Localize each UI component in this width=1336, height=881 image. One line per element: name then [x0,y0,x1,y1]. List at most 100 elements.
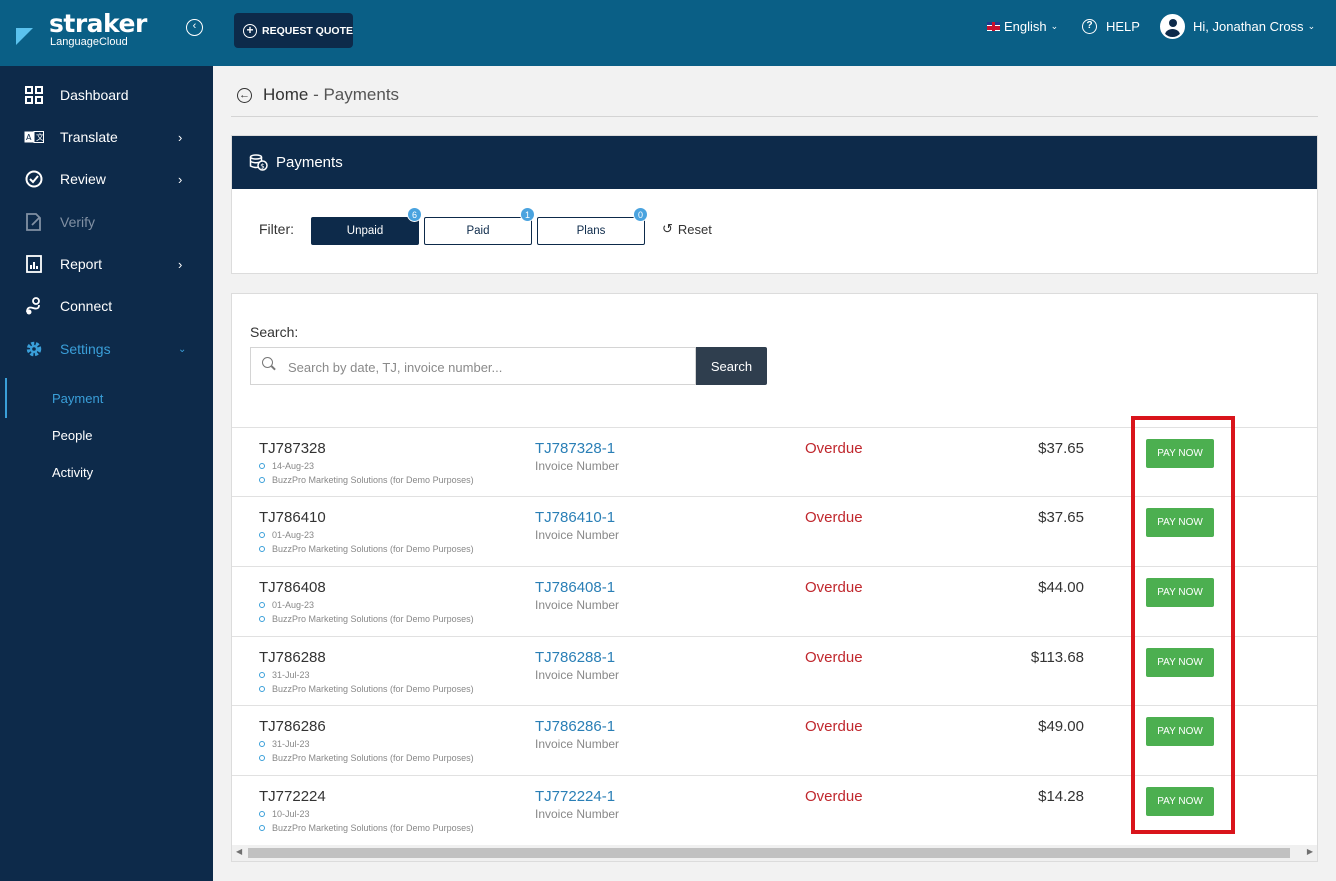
amount: $37.65 [1038,509,1084,526]
search-button[interactable]: Search [696,347,767,385]
search-icon [262,357,273,368]
payments-title: Payments [276,154,343,171]
invoice-link[interactable]: TJ786286-1 [535,718,615,735]
invoice-link[interactable]: TJ787328-1 [535,440,615,457]
filter-paid-button[interactable]: Paid 1 [424,207,535,245]
language-selector[interactable]: English ⌄ [987,19,1058,34]
dot-icon [259,463,265,469]
logo-icon [16,28,33,45]
filter-label: Filter: [259,221,294,237]
filter-plans-button[interactable]: Plans 0 [537,207,648,245]
report-icon [24,254,44,274]
filter-unpaid-button[interactable]: Unpaid 6 [311,207,422,245]
status-badge: Overdue [805,440,863,457]
chevron-down-icon: ⌄ [1050,21,1059,31]
top-bar: straker LanguageCloud ‹ + REQUEST QUOTE … [0,0,1336,66]
invoice-link[interactable]: TJ786408-1 [535,579,615,596]
amount: $44.00 [1038,579,1084,596]
invoice-link[interactable]: TJ772224-1 [535,788,615,805]
plans-count-badge: 0 [633,207,648,222]
language-label: English [1004,19,1047,34]
unpaid-count-badge: 6 [407,207,422,222]
sidebar-item-connect[interactable]: Connect [0,292,213,320]
svg-text:文: 文 [36,132,44,142]
tj-number: TJ786288 [259,649,326,666]
chevron-down-icon: ⌄ [1307,21,1316,31]
search-label: Search: [250,324,299,340]
help-label: HELP [1106,19,1140,34]
brand-logo[interactable]: straker [49,11,147,37]
row-date: 31-Jul-23 [259,670,310,680]
dot-icon [259,755,265,761]
sidebar-item-settings[interactable]: Settings ⌄ [0,335,213,363]
check-circle-icon [24,169,44,189]
sidebar-item-review[interactable]: Review › [0,165,213,193]
sidebar-subitem-payment[interactable]: Payment [0,378,213,418]
payments-card: $ Payments Filter: Unpaid 6 Paid 1 Plans… [231,135,1318,274]
sidebar-subitem-people[interactable]: People [0,423,213,447]
dot-icon [259,686,265,692]
help-icon: ? [1082,19,1097,34]
dot-icon [259,811,265,817]
request-quote-button[interactable]: + REQUEST QUOTE [234,13,353,48]
scrollbar-thumb[interactable] [248,848,1290,858]
sidebar-subitem-activity[interactable]: Activity [0,460,213,484]
amount: $49.00 [1038,718,1084,735]
row-company: BuzzPro Marketing Solutions (for Demo Pu… [259,475,474,485]
invoice-link[interactable]: TJ786410-1 [535,509,615,526]
highlight-box [1131,416,1235,834]
reset-button[interactable]: ↺ Reset [662,221,712,237]
invoice-label: Invoice Number [535,528,620,542]
verify-doc-icon [24,212,44,232]
amount: $113.68 [1030,649,1084,666]
coins-icon: $ [249,154,268,171]
status-badge: Overdue [805,509,863,526]
invoice-label: Invoice Number [535,668,620,682]
sidebar-item-dashboard[interactable]: Dashboard [0,81,213,109]
horizontal-scrollbar[interactable]: ◀ ▶ [232,845,1317,861]
request-quote-label: REQUEST QUOTE [262,24,354,37]
sidebar-item-report[interactable]: Report › [0,250,213,278]
search-box [250,347,696,385]
search-input[interactable] [288,356,688,378]
reset-icon: ↺ [662,221,673,236]
breadcrumb: ← Home - Payments [237,85,399,105]
status-badge: Overdue [805,718,863,735]
dot-icon [259,532,265,538]
plus-circle-icon: + [243,23,257,38]
invoice-label: Invoice Number [535,737,620,751]
dot-icon [259,741,265,747]
breadcrumb-home[interactable]: Home [263,85,308,105]
chevron-down-icon: ⌄ [178,343,187,355]
user-avatar-icon [1160,14,1185,39]
breadcrumb-divider [231,116,1318,117]
status-badge: Overdue [805,788,863,805]
translate-icon: A文 [24,127,44,147]
row-company: BuzzPro Marketing Solutions (for Demo Pu… [259,614,474,624]
scroll-left-icon[interactable]: ◀ [236,847,242,856]
connect-icon [24,296,44,316]
dot-icon [259,825,265,831]
sidebar-item-translate[interactable]: A文 Translate › [0,123,213,151]
row-company: BuzzPro Marketing Solutions (for Demo Pu… [259,753,474,763]
payments-header: $ Payments [232,136,1317,189]
svg-text:$: $ [260,162,264,170]
scroll-right-icon[interactable]: ▶ [1307,847,1313,856]
row-company: BuzzPro Marketing Solutions (for Demo Pu… [259,544,474,554]
tj-number: TJ787328 [259,440,326,457]
chevron-right-icon: › [178,256,183,272]
invoice-link[interactable]: TJ786288-1 [535,649,615,666]
row-date: 01-Aug-23 [259,530,314,540]
back-arrow-icon[interactable]: ← [237,87,252,103]
sidebar-item-verify[interactable]: Verify [0,208,213,236]
status-badge: Overdue [805,649,863,666]
collapse-sidebar-icon[interactable]: ‹ [186,19,203,36]
user-greeting: Hi, Jonathan Cross [1193,19,1304,34]
paid-count-badge: 1 [520,207,535,222]
help-link[interactable]: ? HELP [1082,19,1140,34]
tj-number: TJ786286 [259,718,326,735]
user-menu[interactable]: Hi, Jonathan Cross ⌄ [1160,14,1315,39]
svg-text:A: A [26,133,32,142]
breadcrumb-separator: - [308,85,324,104]
grid-icon [24,85,44,105]
